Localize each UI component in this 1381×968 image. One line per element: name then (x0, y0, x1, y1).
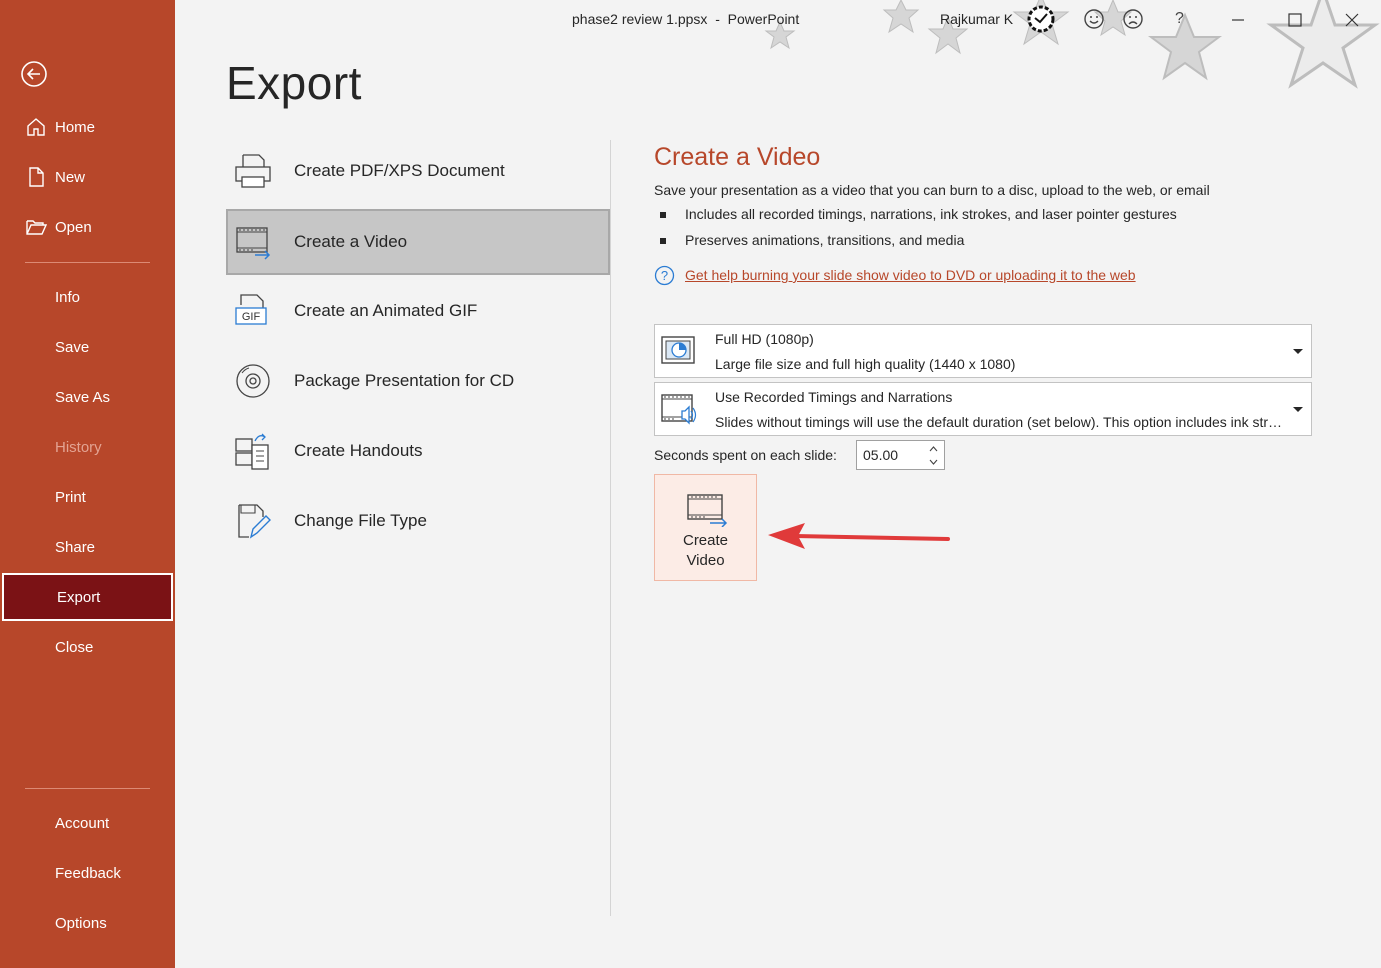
sidebar-item-account[interactable]: Account (0, 799, 175, 847)
sidebar-item-label: History (55, 438, 102, 456)
seconds-per-slide-spinner[interactable] (856, 440, 945, 470)
export-option-label: Create a Video (294, 232, 408, 251)
sidebar-item-export[interactable]: Export (2, 573, 173, 621)
page-title: Export (226, 57, 362, 109)
seconds-per-slide-label: Seconds spent on each slide: (654, 447, 837, 463)
backstage-sidebar: Home New Open Info Save Save As History … (0, 0, 175, 968)
svg-text:?: ? (661, 268, 668, 283)
sidebar-item-label: Save As (55, 388, 111, 406)
sidebar-item-label: Save (55, 338, 90, 356)
create-video-label: Create Video (655, 531, 756, 571)
export-option-gif[interactable]: GIF Create an Animated GIF (226, 278, 610, 344)
annotation-arrow (768, 523, 950, 549)
help-link[interactable]: Get help burning your slide show video t… (685, 267, 1136, 283)
change-file-type-icon (238, 504, 271, 539)
sidebar-item-label: Print (55, 488, 86, 506)
sidebar-item-label: Info (55, 288, 81, 306)
open-folder-icon (26, 220, 47, 235)
presentation-quality-icon (661, 336, 695, 364)
timings-narration-icon (661, 394, 697, 425)
create-video-button[interactable]: Create Video (654, 474, 757, 581)
minimize-button[interactable] (1224, 6, 1252, 34)
sidebar-item-label: Export (57, 588, 101, 606)
help-button[interactable]: ? (1175, 10, 1184, 28)
sidebar-item-label: Close (55, 638, 94, 656)
maximize-button[interactable] (1281, 6, 1309, 34)
sidebar-item-label: Open (55, 218, 92, 236)
sidebar-item-label: Account (55, 814, 110, 832)
sidebar-item-info[interactable]: Info (0, 273, 175, 321)
help-circle-icon[interactable]: ? (654, 265, 675, 286)
sidebar-item-share[interactable]: Share (0, 523, 175, 571)
create-video-label-line1: Create (682, 532, 729, 549)
export-option-label: Create PDF/XPS Document (294, 161, 505, 180)
sidebar-item-feedback[interactable]: Feedback (0, 849, 175, 897)
sidebar-item-print[interactable]: Print (0, 473, 175, 521)
back-arrow-icon[interactable] (19, 59, 49, 89)
frown-feedback-icon[interactable] (1122, 8, 1144, 30)
new-document-icon (29, 167, 44, 187)
sidebar-item-label: Home (55, 118, 96, 136)
star-decoration-icon (882, 0, 920, 34)
panel-description: Save your presentation as a video that y… (654, 182, 1210, 198)
sidebar-item-open[interactable]: Open (0, 203, 175, 251)
timings-subtitle: Slides without timings will use the defa… (715, 414, 1287, 430)
document-title: phase2 review 1.ppsx - PowerPoint (572, 11, 800, 27)
export-option-label: Change File Type (294, 511, 427, 530)
smile-feedback-icon[interactable] (1083, 8, 1105, 30)
bullet-marker (660, 212, 666, 218)
create-video-label-line2: Video (686, 552, 725, 569)
timings-dropdown[interactable]: Use Recorded Timings and Narrations Slid… (654, 382, 1312, 436)
title-bar: phase2 review 1.ppsx - PowerPoint Rajkum… (175, 0, 1381, 89)
star-decoration-icon (1148, 12, 1222, 81)
sidebar-divider (25, 788, 150, 789)
video-export-icon (236, 227, 271, 260)
export-option-label: Package Presentation for CD (294, 371, 515, 390)
pdf-document-icon (235, 154, 271, 188)
export-option-change-file-type[interactable]: Change File Type (226, 488, 610, 554)
video-export-icon (687, 494, 728, 527)
sidebar-item-save-as[interactable]: Save As (0, 373, 175, 421)
cd-icon (236, 364, 270, 398)
quality-title: Full HD (1080p) (715, 331, 814, 347)
handouts-icon (235, 433, 269, 470)
sidebar-item-home[interactable]: Home (0, 103, 175, 151)
sidebar-item-history: History (0, 423, 175, 471)
sidebar-item-new[interactable]: New (0, 153, 175, 201)
export-option-label: Create an Animated GIF (294, 301, 478, 320)
export-option-label: Create Handouts (294, 441, 423, 460)
sidebar-item-label: Options (55, 914, 107, 932)
sidebar-item-close[interactable]: Close (0, 623, 175, 671)
bullet-text: Includes all recorded timings, narration… (685, 206, 1177, 222)
home-icon (27, 118, 45, 136)
panel-title: Create a Video (654, 143, 821, 171)
close-window-button[interactable] (1338, 6, 1366, 34)
bullet-text: Preserves animations, transitions, and m… (685, 232, 965, 248)
timings-title: Use Recorded Timings and Narrations (715, 389, 953, 405)
video-quality-dropdown[interactable]: Full HD (1080p) Large file size and full… (654, 324, 1312, 378)
export-option-handouts[interactable]: Create Handouts (226, 418, 610, 484)
sidebar-item-label: New (55, 168, 86, 186)
sidebar-item-options[interactable]: Options (0, 899, 175, 947)
panel-divider (610, 140, 611, 916)
spin-up-icon[interactable] (929, 444, 938, 454)
dropdown-arrow-icon (1293, 349, 1303, 354)
seconds-per-slide-input[interactable] (863, 447, 923, 463)
sidebar-item-save[interactable]: Save (0, 323, 175, 371)
sidebar-item-label: Share (55, 538, 96, 556)
avatar[interactable] (1026, 4, 1056, 34)
spin-down-icon[interactable] (929, 457, 938, 467)
svg-text:GIF: GIF (242, 311, 261, 323)
quality-subtitle: Large file size and full high quality (1… (715, 356, 1016, 372)
user-account-name[interactable]: Rajkumar K (940, 11, 1013, 27)
export-option-video[interactable]: Create a Video (226, 209, 610, 275)
sidebar-item-label: Feedback (55, 864, 121, 882)
export-option-package-cd[interactable]: Package Presentation for CD (226, 348, 610, 414)
gif-icon: GIF (235, 294, 267, 325)
export-option-pdf[interactable]: Create PDF/XPS Document (226, 138, 610, 204)
sidebar-divider (25, 262, 150, 263)
bullet-marker (660, 238, 666, 244)
dropdown-arrow-icon (1293, 407, 1303, 412)
